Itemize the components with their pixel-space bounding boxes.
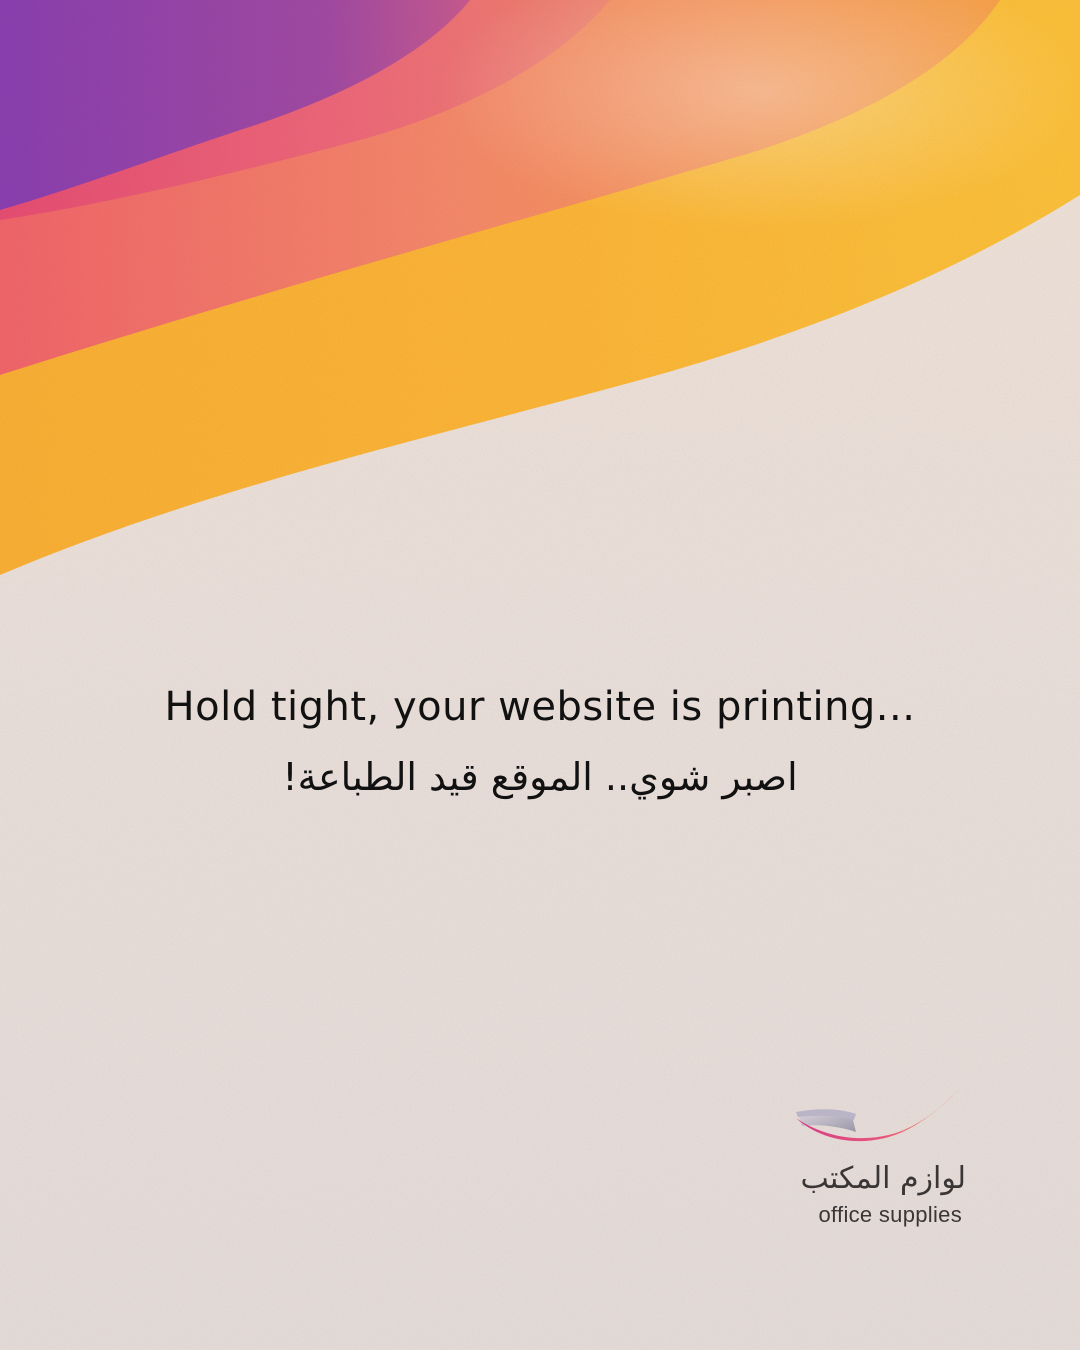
logo-arabic-name: لوازم المكتب bbox=[800, 1161, 966, 1196]
logo-english-name: office supplies bbox=[818, 1202, 962, 1227]
paper-swoosh-icon bbox=[796, 1088, 960, 1142]
message-block: Hold tight, your website is printing... … bbox=[0, 672, 1080, 812]
headline-arabic: اصبر شوي.. الموقع قيد الطباعة! bbox=[282, 755, 798, 799]
headline-english: Hold tight, your website is printing... bbox=[164, 684, 916, 730]
poster-canvas: Hold tight, your website is printing... … bbox=[0, 0, 1080, 1350]
brand-logo: لوازم المكتب office supplies bbox=[780, 1080, 980, 1230]
